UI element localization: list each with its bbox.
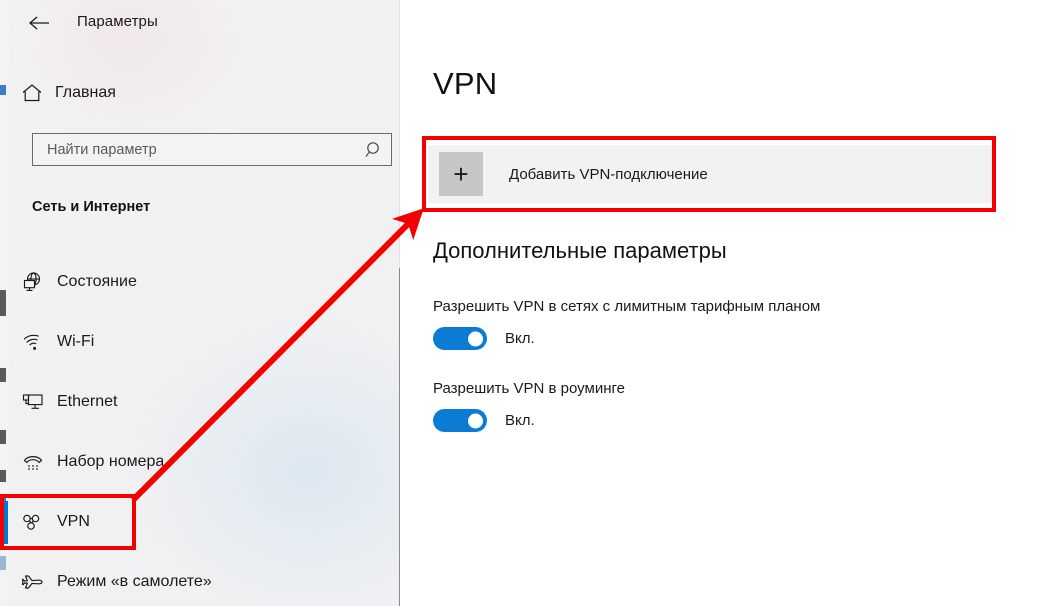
- settings-window: Параметры Главная Сеть и Интернет: [0, 0, 1048, 606]
- background-mark: [0, 556, 6, 570]
- back-arrow-icon: [28, 15, 50, 31]
- dial-up-phone-icon: [9, 452, 57, 472]
- sidebar-item-airplane-mode[interactable]: Режим «в самолете»: [9, 552, 399, 606]
- sidebar-section-title: Сеть и Интернет: [32, 199, 151, 215]
- setting-vpn-metered: Разрешить VPN в сетях с лимитным тарифны…: [433, 298, 993, 350]
- toggle-state-label: Вкл.: [505, 412, 535, 429]
- sidebar-item-label: Набор номера: [57, 453, 165, 470]
- sidebar-item-home[interactable]: Главная: [9, 72, 399, 114]
- search-icon[interactable]: [357, 140, 391, 160]
- home-label: Главная: [55, 84, 116, 101]
- back-button[interactable]: [19, 6, 59, 40]
- add-vpn-connection-label: Добавить VPN-подключение: [509, 165, 708, 183]
- sidebar-item-label: Режим «в самолете»: [57, 573, 212, 590]
- sidebar-item-dialup[interactable]: Набор номера: [9, 432, 399, 492]
- sidebar: Параметры Главная Сеть и Интернет: [3, 0, 400, 606]
- main-content: VPN + Добавить VPN-подключение Дополните…: [400, 0, 1048, 606]
- background-mark: [0, 368, 6, 382]
- title-bar: Параметры: [9, 0, 399, 48]
- vpn-metered-toggle[interactable]: [433, 327, 487, 350]
- page-title: VPN: [433, 66, 498, 101]
- background-mark: [0, 470, 6, 482]
- add-vpn-connection-button[interactable]: + Добавить VPN-подключение: [428, 145, 992, 203]
- selection-indicator: [3, 501, 8, 544]
- sidebar-item-label: Состояние: [57, 273, 137, 290]
- network-status-icon: [9, 271, 57, 293]
- toggle-row: Вкл.: [433, 327, 993, 350]
- setting-caption: Разрешить VPN в сетях с лимитным тарифны…: [433, 298, 821, 315]
- search-box[interactable]: [32, 133, 392, 166]
- ethernet-icon: [9, 392, 57, 412]
- sidebar-item-label: VPN: [57, 513, 90, 530]
- toggle-knob: [468, 331, 483, 346]
- advanced-options-heading: Дополнительные параметры: [433, 238, 727, 263]
- sidebar-item-label: Wi-Fi: [57, 333, 95, 350]
- sidebar-item-wifi[interactable]: Wi-Fi: [9, 312, 399, 372]
- sidebar-item-vpn[interactable]: VPN: [3, 492, 399, 552]
- vpn-key-icon: [9, 512, 57, 532]
- sidebar-item-label: Ethernet: [57, 393, 118, 410]
- setting-vpn-roaming: Разрешить VPN в роуминге Вкл.: [433, 380, 993, 432]
- app-title: Параметры: [77, 13, 158, 30]
- background-mark: [0, 290, 6, 316]
- plus-icon: +: [439, 152, 483, 196]
- toggle-row: Вкл.: [433, 409, 993, 432]
- sidebar-item-status[interactable]: Состояние: [9, 252, 399, 312]
- toggle-knob: [468, 413, 483, 428]
- home-icon: [9, 83, 55, 103]
- vpn-roaming-toggle[interactable]: [433, 409, 487, 432]
- background-mark: [0, 85, 6, 95]
- setting-caption: Разрешить VPN в роуминге: [433, 380, 625, 397]
- wifi-icon: [9, 332, 57, 352]
- sidebar-nav: Состояние Wi-Fi Ethernet Набор номера VP…: [3, 252, 399, 606]
- airplane-icon: [9, 572, 57, 592]
- background-mark: [0, 430, 6, 444]
- sidebar-item-ethernet[interactable]: Ethernet: [9, 372, 399, 432]
- search-input[interactable]: [33, 134, 357, 165]
- toggle-state-label: Вкл.: [505, 330, 535, 347]
